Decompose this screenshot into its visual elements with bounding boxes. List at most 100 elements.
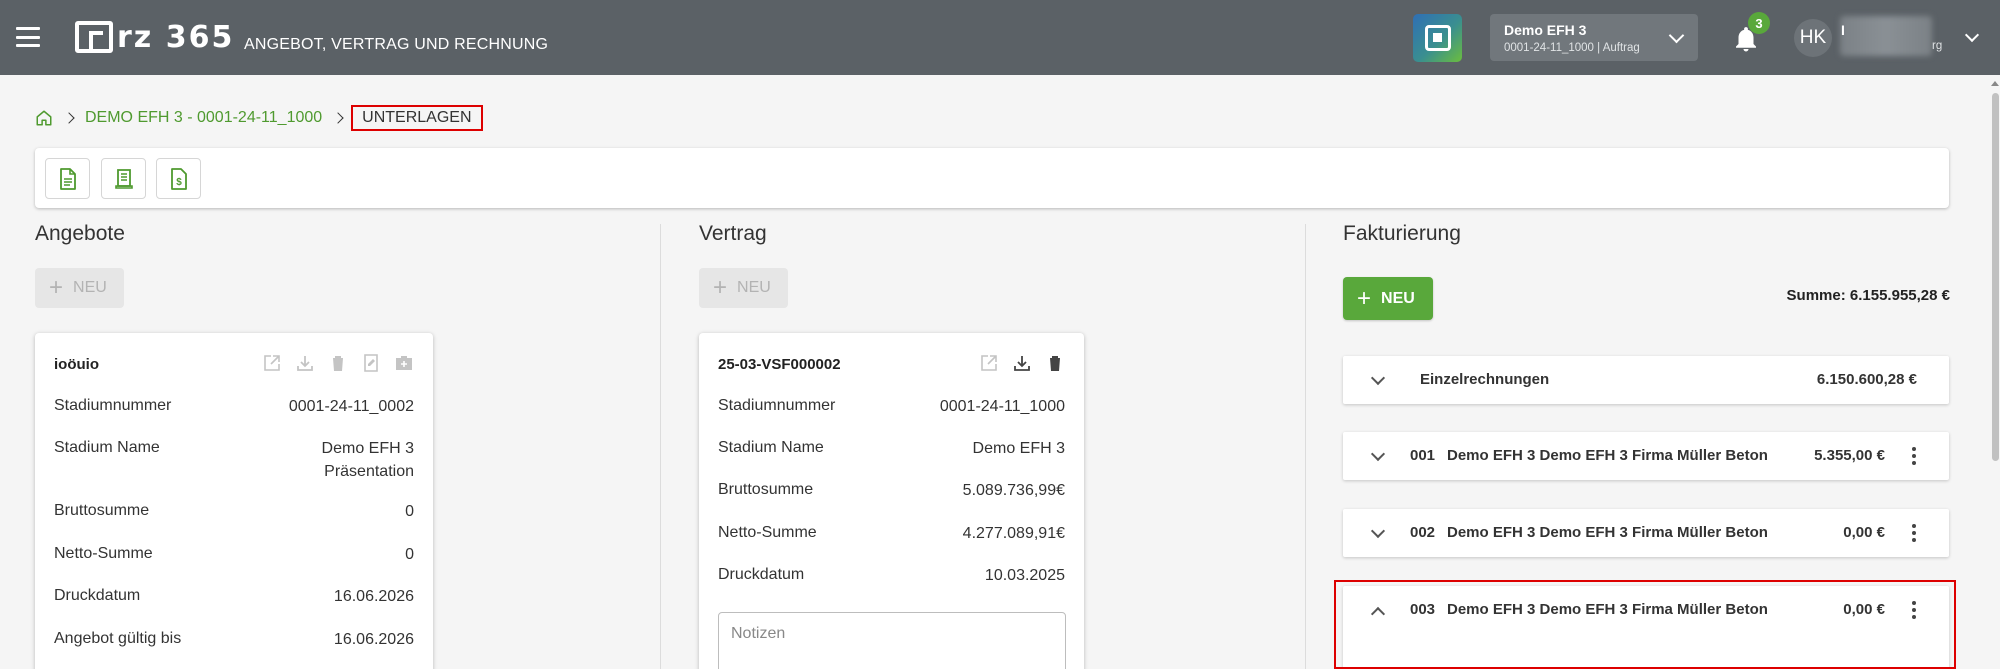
notes-placeholder: Notizen <box>731 625 786 642</box>
row-value: 0 <box>405 546 414 563</box>
row-label: Stadium Name <box>54 439 160 456</box>
more-vert-icon[interactable] <box>1912 447 1916 465</box>
invoice-name: Demo EFH 3 Demo EFH 3 Firma Müller Beton <box>1447 524 1768 541</box>
vertrag-document-button[interactable] <box>101 158 146 199</box>
scrollbar-thumb[interactable] <box>1992 93 1999 461</box>
notes-field[interactable]: Notizen <box>718 612 1066 669</box>
vertrag-new-button: + NEU <box>699 268 788 308</box>
rechnung-new-button[interactable]: + NEU <box>1343 277 1433 320</box>
invoice-amount: 5.355,00 € <box>1814 447 1885 464</box>
plus-icon: + <box>713 274 728 301</box>
svg-text:$: $ <box>176 177 182 188</box>
fakturierung-title: Fakturierung <box>1343 222 1461 245</box>
invoice-number: 002 <box>1410 524 1436 541</box>
row-value: Demo EFH 3 <box>321 440 414 457</box>
briefcase-icon[interactable] <box>394 353 414 373</box>
invoice-amount: 6.150.600,28 € <box>1816 371 1917 388</box>
user-role-suffix: rg <box>1932 40 1943 52</box>
row-value: 0001-24-11_0002 <box>288 398 414 415</box>
breadcrumb-current: UNTERLAGEN <box>351 105 483 131</box>
angebot-document-button[interactable] <box>45 158 90 199</box>
invoice-icon: $ <box>170 167 187 190</box>
row-label: Stadiumnummer <box>54 397 172 414</box>
row-value: Demo EFH 3 <box>972 440 1065 457</box>
menu-icon[interactable] <box>16 27 40 47</box>
einzelrechnungen-row[interactable]: Einzelrechnungen 6.150.600,28 € <box>1343 356 1949 404</box>
row-value: 5.089.736,99€ <box>962 482 1065 499</box>
row-value: 4.277.089,91€ <box>962 525 1065 542</box>
invoice-name: Demo EFH 3 Demo EFH 3 Firma Müller Beton <box>1447 447 1768 464</box>
row-label: Stadiumnummer <box>718 397 836 414</box>
invoice-row[interactable]: 002 Demo EFH 3 Demo EFH 3 Firma Müller B… <box>1343 509 1949 557</box>
new-label: NEU <box>737 279 771 296</box>
row-label: Angebot gültig bis <box>54 630 182 647</box>
chevron-down-icon[interactable] <box>1370 370 1386 386</box>
breadcrumb-project-link[interactable]: DEMO EFH 3 - 0001-24-11_1000 <box>85 109 322 127</box>
row-label: Netto-Summe <box>718 524 817 541</box>
invoice-amount: 0,00 € <box>1843 524 1885 541</box>
trash-icon[interactable] <box>328 353 348 373</box>
angebot-card: ioöuio Stadiumnummer 0001-24-11_0002 Sta… <box>35 333 433 669</box>
document-toolbar: $ <box>35 148 1949 208</box>
notification-badge: 3 <box>1748 12 1770 34</box>
breadcrumb: DEMO EFH 3 - 0001-24-11_1000 UNTERLAGEN <box>35 104 483 132</box>
user-avatar[interactable]: HK <box>1794 19 1832 57</box>
breadcrumb-separator-icon <box>63 112 75 124</box>
brz-logo[interactable]: rz 365 <box>75 19 235 55</box>
invoice-number: 001 <box>1410 447 1436 464</box>
row-value: 16.06.2026 <box>333 588 414 605</box>
document-edit-icon[interactable] <box>361 353 381 373</box>
download-icon[interactable] <box>1012 353 1032 373</box>
chevron-down-icon[interactable] <box>1370 446 1386 462</box>
trash-icon[interactable] <box>1045 353 1065 373</box>
project-selector[interactable]: Demo EFH 3 0001-24-11_1000 | Auftrag <box>1490 14 1698 61</box>
vertrag-card: 25-03-VSF000002 Stadiumnummer 0001-24-11… <box>699 333 1084 669</box>
open-external-icon[interactable] <box>262 353 282 373</box>
column-divider <box>1305 224 1306 669</box>
project-name: Demo EFH 3 <box>1504 22 1587 38</box>
row-label: Druckdatum <box>718 566 805 583</box>
angebot-card-actions <box>249 353 414 373</box>
plus-icon: + <box>49 274 64 301</box>
highlight-annotation <box>1334 580 1956 669</box>
rechnung-document-button[interactable]: $ <box>156 158 201 199</box>
row-label: Bruttosumme <box>718 481 814 498</box>
home-icon[interactable] <box>35 109 53 127</box>
page-scrollbar[interactable] <box>1990 79 2000 669</box>
vertrag-card-actions <box>966 353 1065 373</box>
document-icon <box>59 167 76 190</box>
user-menu-chevron-icon[interactable] <box>1964 27 1980 43</box>
chevron-down-icon[interactable] <box>1370 523 1386 539</box>
angebot-new-button: + NEU <box>35 268 124 308</box>
row-label: Bruttosumme <box>54 502 150 519</box>
invoice-group-name: Einzelrechnungen <box>1420 371 1550 388</box>
open-external-icon[interactable] <box>979 353 999 373</box>
logo-text: rz 365 <box>117 19 235 55</box>
plus-icon: + <box>1357 284 1372 312</box>
row-label: Netto-Summe <box>54 545 153 562</box>
project-subtitle: 0001-24-11_1000 | Auftrag <box>1504 42 1640 54</box>
top-app-bar: rz 365 ANGEBOT, VERTRAG UND RECHNUNG Dem… <box>0 0 2000 75</box>
column-divider <box>660 224 661 669</box>
chevron-down-icon <box>1668 27 1685 44</box>
row-value-line2: Präsentation <box>324 463 414 480</box>
invoice-row[interactable]: 001 Demo EFH 3 Demo EFH 3 Firma Müller B… <box>1343 432 1949 480</box>
row-value: 0 <box>405 503 414 520</box>
app-title: ANGEBOT, VERTRAG UND RECHNUNG <box>244 36 549 53</box>
angebote-title: Angebote <box>35 222 125 245</box>
vertrag-title: Vertrag <box>699 222 767 245</box>
download-icon[interactable] <box>295 353 315 373</box>
vertrag-card-title: 25-03-VSF000002 <box>718 356 841 373</box>
user-name-initial: I <box>1841 22 1845 38</box>
row-value: 16.06.2026 <box>333 631 414 648</box>
app-switcher-icon[interactable] <box>1413 14 1462 62</box>
more-vert-icon[interactable] <box>1912 524 1916 542</box>
new-label: NEU <box>73 279 107 296</box>
scroll-up-arrow-icon[interactable] <box>1991 81 1999 86</box>
user-info-redacted <box>1840 16 1932 56</box>
breadcrumb-separator-icon <box>332 112 344 124</box>
row-label: Stadium Name <box>718 439 824 456</box>
summe-total: Summe: 6.155.955,28 € <box>1786 287 1950 304</box>
new-label: NEU <box>1381 289 1415 307</box>
row-value: 0001-24-11_1000 <box>939 398 1065 415</box>
